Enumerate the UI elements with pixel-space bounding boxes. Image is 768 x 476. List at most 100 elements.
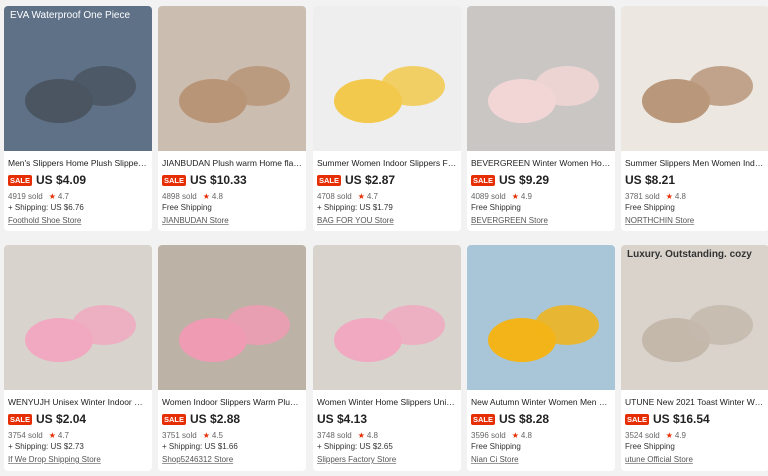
sold-count: 3754 sold — [8, 431, 43, 440]
price-row: SALE US $4.09 — [8, 172, 148, 188]
store-link[interactable]: JIANBUDAN Store — [162, 216, 302, 225]
product-card[interactable]: JIANBUDAN Plush warm Home flat… SALE US $1… — [158, 6, 306, 231]
store-link[interactable]: utune Official Store — [625, 455, 765, 464]
right-slipper-shape — [689, 66, 753, 106]
product-image[interactable] — [158, 6, 306, 151]
sale-badge: SALE — [162, 174, 187, 186]
sold-count: 3781 sold — [625, 192, 660, 201]
product-price: US $16.54 — [653, 412, 710, 426]
star-icon: ★ — [357, 192, 365, 201]
sale-badge: SALE — [471, 413, 496, 425]
product-image[interactable] — [158, 245, 306, 390]
store-link[interactable]: BEVERGREEN Store — [471, 216, 611, 225]
rating-value: 4.8 — [520, 431, 532, 440]
rating-value: 4.5 — [211, 431, 223, 440]
sold-rating: 4898 sold ★ 4.8 — [162, 192, 302, 201]
price-row: SALE US $2.88 — [162, 411, 302, 427]
right-slipper-shape — [72, 305, 136, 345]
product-image[interactable] — [4, 245, 152, 390]
sale-badge: SALE — [317, 174, 342, 186]
rating-value: 4.7 — [366, 192, 378, 201]
slipper-illustration — [642, 66, 753, 123]
sold-count: 3751 sold — [162, 431, 197, 440]
shipping-info: Free Shipping — [471, 203, 521, 212]
product-image[interactable] — [313, 6, 461, 151]
slipper-illustration — [25, 305, 136, 362]
shipping-info: + Shipping: US $2.65 — [317, 442, 393, 451]
sale-badge: SALE — [625, 413, 650, 425]
sale-badge: SALE — [8, 174, 33, 186]
right-slipper-shape — [226, 66, 290, 106]
product-title[interactable]: Women Indoor Slippers Warm Plu… — [162, 396, 302, 408]
product-title[interactable]: Women Winter Home Slippers Uni… — [317, 396, 457, 408]
slipper-illustration — [334, 66, 445, 123]
product-price: US $2.04 — [36, 412, 87, 426]
product-card[interactable]: EVA Waterproof One Piece Men's Slippers H… — [4, 6, 152, 231]
sold-count: 4708 sold — [317, 192, 352, 201]
product-title[interactable]: Summer Slippers Men Women Ind… — [625, 157, 765, 169]
star-icon: ★ — [665, 431, 673, 440]
product-card[interactable]: BEVERGREEN Winter Women Hous… SALE US $9.2… — [467, 6, 615, 231]
product-image[interactable] — [313, 245, 461, 390]
product-title[interactable]: UTUNE New 2021 Toast Winter Wo… — [625, 396, 765, 408]
product-card[interactable]: Summer Women Indoor Slippers F… SALE US $2… — [313, 6, 461, 231]
price-row: SALE US $2.87 — [317, 172, 457, 188]
product-image[interactable] — [621, 6, 768, 151]
rating-value: 4.8 — [366, 431, 378, 440]
image-caption: EVA Waterproof One Piece — [10, 10, 131, 21]
store-link[interactable]: Foothold Shoe Store — [8, 216, 148, 225]
sold-rating: 4708 sold ★ 4.7 — [317, 192, 457, 201]
shipping-info: + Shipping: US $1.66 — [162, 442, 238, 451]
store-link[interactable]: If We Drop Shipping Store — [8, 455, 148, 464]
product-image[interactable]: Luxury. Outstanding. cozy — [621, 245, 768, 390]
product-price: US $8.28 — [499, 412, 550, 426]
sold-count: 3748 sold — [317, 431, 352, 440]
slipper-illustration — [334, 305, 445, 362]
slipper-illustration — [642, 305, 753, 362]
slipper-illustration — [179, 305, 290, 362]
sold-rating: 3781 sold ★ 4.8 — [625, 192, 765, 201]
sale-badge: SALE — [162, 413, 187, 425]
right-slipper-shape — [226, 305, 290, 345]
product-title[interactable]: BEVERGREEN Winter Women Hous… — [471, 157, 611, 169]
sold-rating: 4089 sold ★ 4.9 — [471, 192, 611, 201]
product-title[interactable]: Summer Women Indoor Slippers F… — [317, 157, 457, 169]
product-title[interactable]: Men's Slippers Home Plush Slipper… — [8, 157, 148, 169]
product-price: US $2.87 — [345, 173, 396, 187]
product-card[interactable]: WENYUJH Unisex Winter Indoor W… SALE US $2… — [4, 245, 152, 471]
right-slipper-shape — [535, 66, 599, 106]
shipping-info: Free Shipping — [625, 203, 675, 212]
sold-rating: 3751 sold ★ 4.5 — [162, 431, 302, 440]
rating-value: 4.8 — [211, 192, 223, 201]
sold-rating: 3754 sold ★ 4.7 — [8, 431, 148, 440]
rating-value: 4.7 — [57, 431, 69, 440]
product-price: US $8.21 — [625, 173, 676, 187]
product-price: US $4.09 — [36, 173, 87, 187]
right-slipper-shape — [689, 305, 753, 345]
store-link[interactable]: Nian Ci Store — [471, 455, 611, 464]
star-icon: ★ — [357, 431, 365, 440]
product-card[interactable]: Women Indoor Slippers Warm Plu… SALE US $2… — [158, 245, 306, 471]
product-title[interactable]: WENYUJH Unisex Winter Indoor W… — [8, 396, 148, 408]
slipper-illustration — [488, 66, 599, 123]
product-card[interactable]: New Autumn Winter Women Men … SALE US $8.2… — [467, 245, 615, 471]
star-icon: ★ — [202, 431, 210, 440]
store-link[interactable]: Slippers Factory Store — [317, 455, 457, 464]
star-icon: ★ — [48, 192, 56, 201]
product-title[interactable]: JIANBUDAN Plush warm Home flat… — [162, 157, 302, 169]
product-grid: EVA Waterproof One Piece Men's Slippers H… — [0, 0, 768, 476]
product-image[interactable]: EVA Waterproof One Piece — [4, 6, 152, 151]
store-link[interactable]: Shop5246312 Store — [162, 455, 302, 464]
sale-badge: SALE — [8, 413, 33, 425]
store-link[interactable]: BAG FOR YOU Store — [317, 216, 457, 225]
product-image[interactable] — [467, 245, 615, 390]
product-card[interactable]: Luxury. Outstanding. cozy UTUNE New 2021 … — [621, 245, 768, 471]
product-price: US $4.13 — [317, 412, 368, 426]
product-title[interactable]: New Autumn Winter Women Men … — [471, 396, 611, 408]
product-card[interactable]: Summer Slippers Men Women Ind… US $8.21 37… — [621, 6, 768, 231]
shipping-info: + Shipping: US $6.76 — [8, 203, 84, 212]
product-card[interactable]: Women Winter Home Slippers Uni… US $4.13 3… — [313, 245, 461, 471]
store-link[interactable]: NORTHCHIN Store — [625, 216, 765, 225]
product-image[interactable] — [467, 6, 615, 151]
right-slipper-shape — [381, 66, 445, 106]
